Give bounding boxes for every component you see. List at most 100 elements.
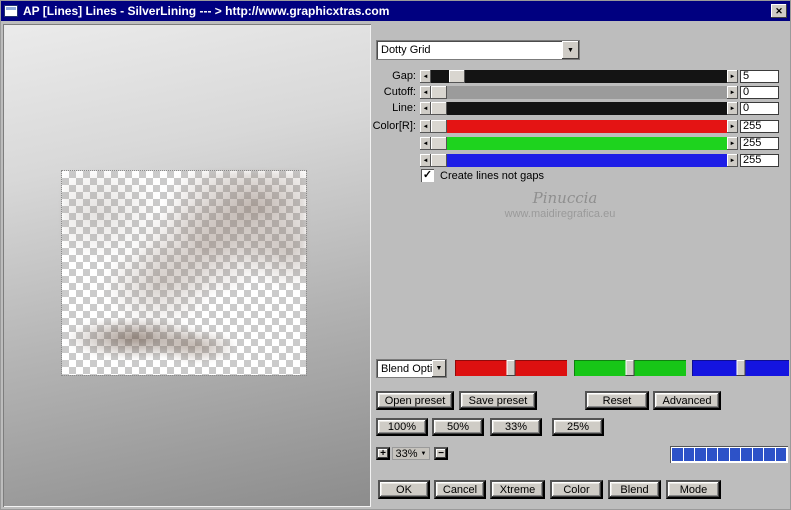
slider-label-color-g: [372, 137, 420, 150]
arrow-left-icon: ◄: [422, 140, 429, 147]
arrow-right-icon: ►: [729, 105, 736, 112]
slider-row-line: Line: ◄ ► 0: [372, 102, 779, 115]
slider-value-color-b[interactable]: 255: [740, 154, 779, 167]
slider-track-cutoff[interactable]: [431, 86, 727, 99]
slider-track-line[interactable]: [431, 102, 727, 115]
zoom-33-button[interactable]: 33%: [490, 418, 542, 436]
slider-row-color-r: Color[R]: ◄ ► 255: [372, 120, 779, 133]
check-icon: ✓: [422, 169, 433, 181]
arrow-left-icon: ◄: [422, 73, 429, 80]
zoom-100-button[interactable]: 100%: [376, 418, 428, 436]
slider-increase-button[interactable]: ►: [727, 70, 738, 83]
chevron-down-icon: ▼: [420, 450, 427, 457]
slider-track-color-g[interactable]: [431, 137, 727, 150]
progress-bar-segments: [672, 448, 786, 461]
progress-bar: [670, 446, 788, 463]
slider-value-cutoff[interactable]: 0: [740, 86, 779, 99]
chevron-down-icon: ▼: [435, 365, 443, 372]
arrow-left-icon: ◄: [422, 123, 429, 130]
blend-slider-thumb[interactable]: [625, 360, 635, 376]
zoom-25-button[interactable]: 25%: [552, 418, 604, 436]
effect-preset-value: Dotty Grid: [381, 44, 431, 56]
blend-options-value: Blend Opti: [381, 362, 432, 375]
arrow-left-icon: ◄: [422, 89, 429, 96]
slider-increase-button[interactable]: ►: [727, 102, 738, 115]
arrow-left-icon: ◄: [422, 157, 429, 164]
slider-decrease-button[interactable]: ◄: [420, 120, 431, 133]
slider-label-color-b: [372, 154, 420, 167]
slider-row-cutoff: Cutoff: ◄ ► 0: [372, 86, 779, 99]
slider-increase-button[interactable]: ►: [727, 120, 738, 133]
close-button[interactable]: ✕: [771, 4, 787, 18]
slider-label-gap: Gap:: [392, 70, 416, 82]
chevron-down-icon: ▼: [567, 46, 574, 54]
close-icon: ✕: [775, 5, 783, 16]
preview-smudges: [62, 171, 306, 375]
slider-decrease-button[interactable]: ◄: [420, 70, 431, 83]
slider-decrease-button[interactable]: ◄: [420, 102, 431, 115]
window-icon: [4, 5, 18, 17]
slider-increase-button[interactable]: ►: [727, 154, 738, 167]
zoom-50-button[interactable]: 50%: [432, 418, 484, 436]
arrow-right-icon: ►: [729, 89, 736, 96]
create-lines-label: Create lines not gaps: [440, 169, 544, 182]
slider-label-line: Line:: [392, 102, 416, 114]
zoom-value[interactable]: 33% ▼: [392, 447, 430, 460]
blend-slider-thumb[interactable]: [506, 360, 516, 376]
slider-thumb[interactable]: [431, 102, 447, 115]
ok-button[interactable]: OK: [378, 480, 430, 499]
cancel-button[interactable]: Cancel: [434, 480, 486, 499]
create-lines-checkbox-row: ✓ Create lines not gaps: [421, 169, 544, 182]
slider-decrease-button[interactable]: ◄: [420, 86, 431, 99]
xtreme-button[interactable]: Xtreme: [490, 480, 545, 499]
blend-options-dropdown[interactable]: Blend Opti ▼: [376, 359, 447, 378]
blend-slider-blue[interactable]: [692, 360, 789, 376]
slider-label-cutoff: Cutoff:: [383, 86, 416, 98]
save-preset-button[interactable]: Save preset: [459, 391, 537, 410]
arrow-right-icon: ►: [729, 123, 736, 130]
slider-value-color-g[interactable]: 255: [740, 137, 779, 150]
slider-thumb[interactable]: [431, 86, 447, 99]
mode-button[interactable]: Mode: [666, 480, 721, 499]
effect-preset-dropdown[interactable]: Dotty Grid ▼: [376, 40, 580, 60]
slider-thumb[interactable]: [448, 70, 465, 83]
slider-decrease-button[interactable]: ◄: [420, 137, 431, 150]
color-button[interactable]: Color: [550, 480, 603, 499]
blend-slider-red[interactable]: [455, 360, 567, 376]
preview-image[interactable]: [61, 170, 307, 376]
advanced-button[interactable]: Advanced: [653, 391, 721, 410]
slider-label-color-r: Color[R]:: [372, 120, 416, 132]
slider-thumb[interactable]: [431, 120, 447, 133]
zoom-out-button[interactable]: −: [434, 447, 448, 460]
preview-panel: [3, 24, 371, 507]
effect-preset-dropdown-button[interactable]: ▼: [562, 41, 579, 59]
blend-button[interactable]: Blend: [608, 480, 661, 499]
slider-thumb[interactable]: [431, 154, 447, 167]
slider-row-color-g: ◄ ► 255: [372, 137, 779, 150]
watermark-name: Pinuccia: [532, 189, 598, 207]
arrow-left-icon: ◄: [422, 105, 429, 112]
reset-button[interactable]: Reset: [585, 391, 649, 410]
slider-track-gap[interactable]: [431, 70, 727, 83]
arrow-right-icon: ►: [729, 157, 736, 164]
zoom-value-text: 33%: [395, 447, 418, 460]
titlebar[interactable]: AP [Lines] Lines - SilverLining --- > ht…: [1, 1, 790, 21]
slider-thumb[interactable]: [431, 137, 447, 150]
slider-value-gap[interactable]: 5: [740, 70, 779, 83]
zoom-in-button[interactable]: +: [376, 447, 390, 460]
create-lines-checkbox[interactable]: ✓: [421, 169, 434, 182]
arrow-right-icon: ►: [729, 73, 736, 80]
slider-increase-button[interactable]: ►: [727, 86, 738, 99]
slider-track-color-b[interactable]: [431, 154, 727, 167]
slider-decrease-button[interactable]: ◄: [420, 154, 431, 167]
blend-options-dropdown-button[interactable]: ▼: [432, 360, 446, 377]
slider-value-line[interactable]: 0: [740, 102, 779, 115]
slider-value-color-r[interactable]: 255: [740, 120, 779, 133]
watermark-url: www.maidiregrafica.eu: [504, 208, 616, 220]
slider-row-color-b: ◄ ► 255: [372, 154, 779, 167]
open-preset-button[interactable]: Open preset: [376, 391, 454, 410]
slider-track-color-r[interactable]: [431, 120, 727, 133]
slider-increase-button[interactable]: ►: [727, 137, 738, 150]
blend-slider-thumb[interactable]: [736, 360, 745, 376]
blend-slider-green[interactable]: [574, 360, 686, 376]
